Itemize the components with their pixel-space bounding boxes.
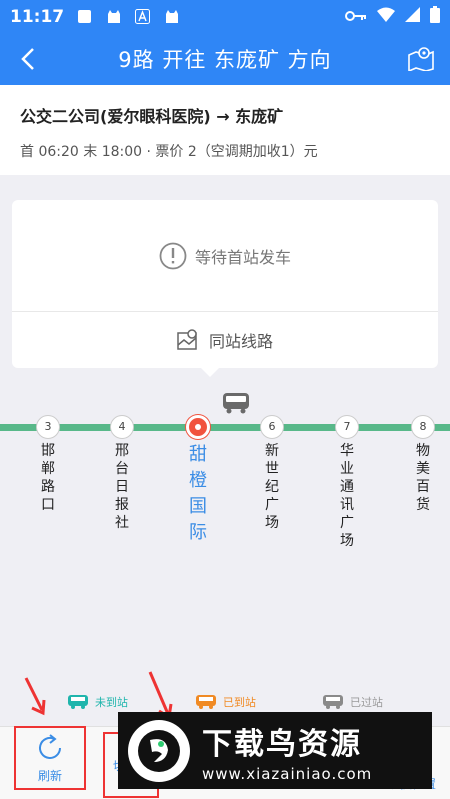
- same-station-label: 同站线路: [208, 332, 273, 351]
- route-schedule: 首 06:20 末 18:00 · 票价 2（空调期加收1）元: [20, 144, 318, 160]
- current-stop-marker[interactable]: [186, 415, 210, 439]
- route-line: [0, 424, 450, 431]
- page-title: 9路 开往 东庞矿 方向: [118, 48, 332, 72]
- wifi-icon: [377, 7, 395, 26]
- bus-status-card: 等待首站发车 同站线路: [12, 200, 438, 377]
- current-stop-name[interactable]: 甜橙国际: [187, 442, 209, 546]
- card-pointer: [201, 368, 219, 377]
- stop-marker[interactable]: 8: [411, 415, 435, 439]
- legend-passed: 已过站: [322, 694, 383, 710]
- legend-arrived: 已到站: [195, 694, 256, 710]
- stop-name[interactable]: 新世纪广场: [262, 442, 282, 532]
- station-map-icon: [177, 329, 197, 350]
- refresh-label: 刷新: [37, 768, 62, 783]
- stop-marker[interactable]: 4: [110, 415, 134, 439]
- back-button[interactable]: [14, 45, 42, 73]
- status-bar: 11:17: [0, 0, 450, 33]
- stop-name[interactable]: 邯郸路口: [38, 442, 58, 514]
- bus-icon: [68, 695, 88, 709]
- app-bar: 9路 开往 东庞矿 方向: [0, 33, 450, 85]
- stop-name[interactable]: 华业通讯广场: [337, 442, 357, 550]
- annotation-arrow-icon: [24, 677, 46, 716]
- watermark-url: www.xiazainiao.com: [202, 764, 373, 783]
- app-cat-icon: [105, 8, 122, 25]
- route-endpoints: 公交二公司(爱尔眼科医院) → 东庞矿: [20, 107, 284, 126]
- map-pin-icon: [408, 47, 434, 71]
- bus-icon: [196, 695, 216, 709]
- notification-square-icon: [76, 8, 93, 25]
- stop-marker[interactable]: 7: [335, 415, 359, 439]
- legend-arrived-label: 已到站: [223, 696, 256, 709]
- legend-not-arrived: 未到站: [67, 694, 128, 710]
- signal-icon: [405, 7, 420, 26]
- battery-icon: [430, 6, 440, 27]
- stop-marker[interactable]: 3: [36, 415, 60, 439]
- key-icon: [345, 7, 367, 26]
- stop-name[interactable]: 物美百货: [413, 442, 433, 514]
- waiting-text: 等待首站发车: [194, 247, 291, 267]
- waiting-status: 等待首站发车: [12, 200, 438, 312]
- legend-not-arrived-label: 未到站: [95, 696, 128, 709]
- stop-marker[interactable]: 6: [260, 415, 284, 439]
- watermark: 下载鸟资源 www.xiazainiao.com: [118, 712, 432, 789]
- refresh-icon: [39, 733, 61, 759]
- bus-icon: [222, 392, 250, 418]
- legend-passed-label: 已过站: [350, 696, 383, 709]
- status-time: 11:17: [10, 6, 65, 27]
- route-info: 公交二公司(爱尔眼科医院) → 东庞矿 首 06:20 末 18:00 · 票价…: [0, 85, 450, 175]
- watermark-name: 下载鸟资源: [202, 726, 362, 762]
- stop-name[interactable]: 邢台日报社: [112, 442, 132, 532]
- app-cat-icon-2: [163, 8, 180, 25]
- bus-icon: [323, 695, 343, 709]
- refresh-button[interactable]: 刷新: [14, 726, 86, 790]
- exclamation-circle-icon: [159, 242, 187, 269]
- font-app-icon: [134, 8, 151, 25]
- same-station-routes-button[interactable]: 同站线路: [12, 312, 438, 368]
- map-button[interactable]: [406, 43, 436, 73]
- watermark-logo-icon: [128, 719, 190, 782]
- chevron-left-icon: [21, 48, 34, 70]
